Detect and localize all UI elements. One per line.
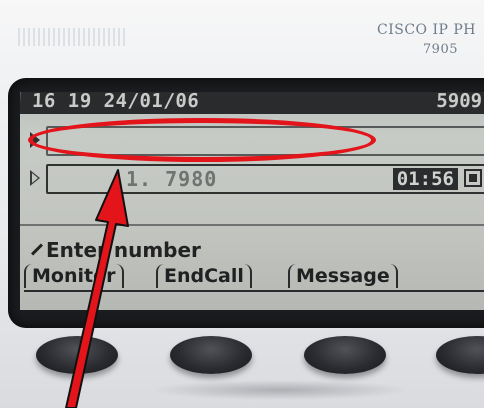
phone-photo: CISCO IP PH 7905 16 19 24/01/06 5909 1. … <box>0 0 484 408</box>
annotation-arrow-icon <box>65 169 129 408</box>
